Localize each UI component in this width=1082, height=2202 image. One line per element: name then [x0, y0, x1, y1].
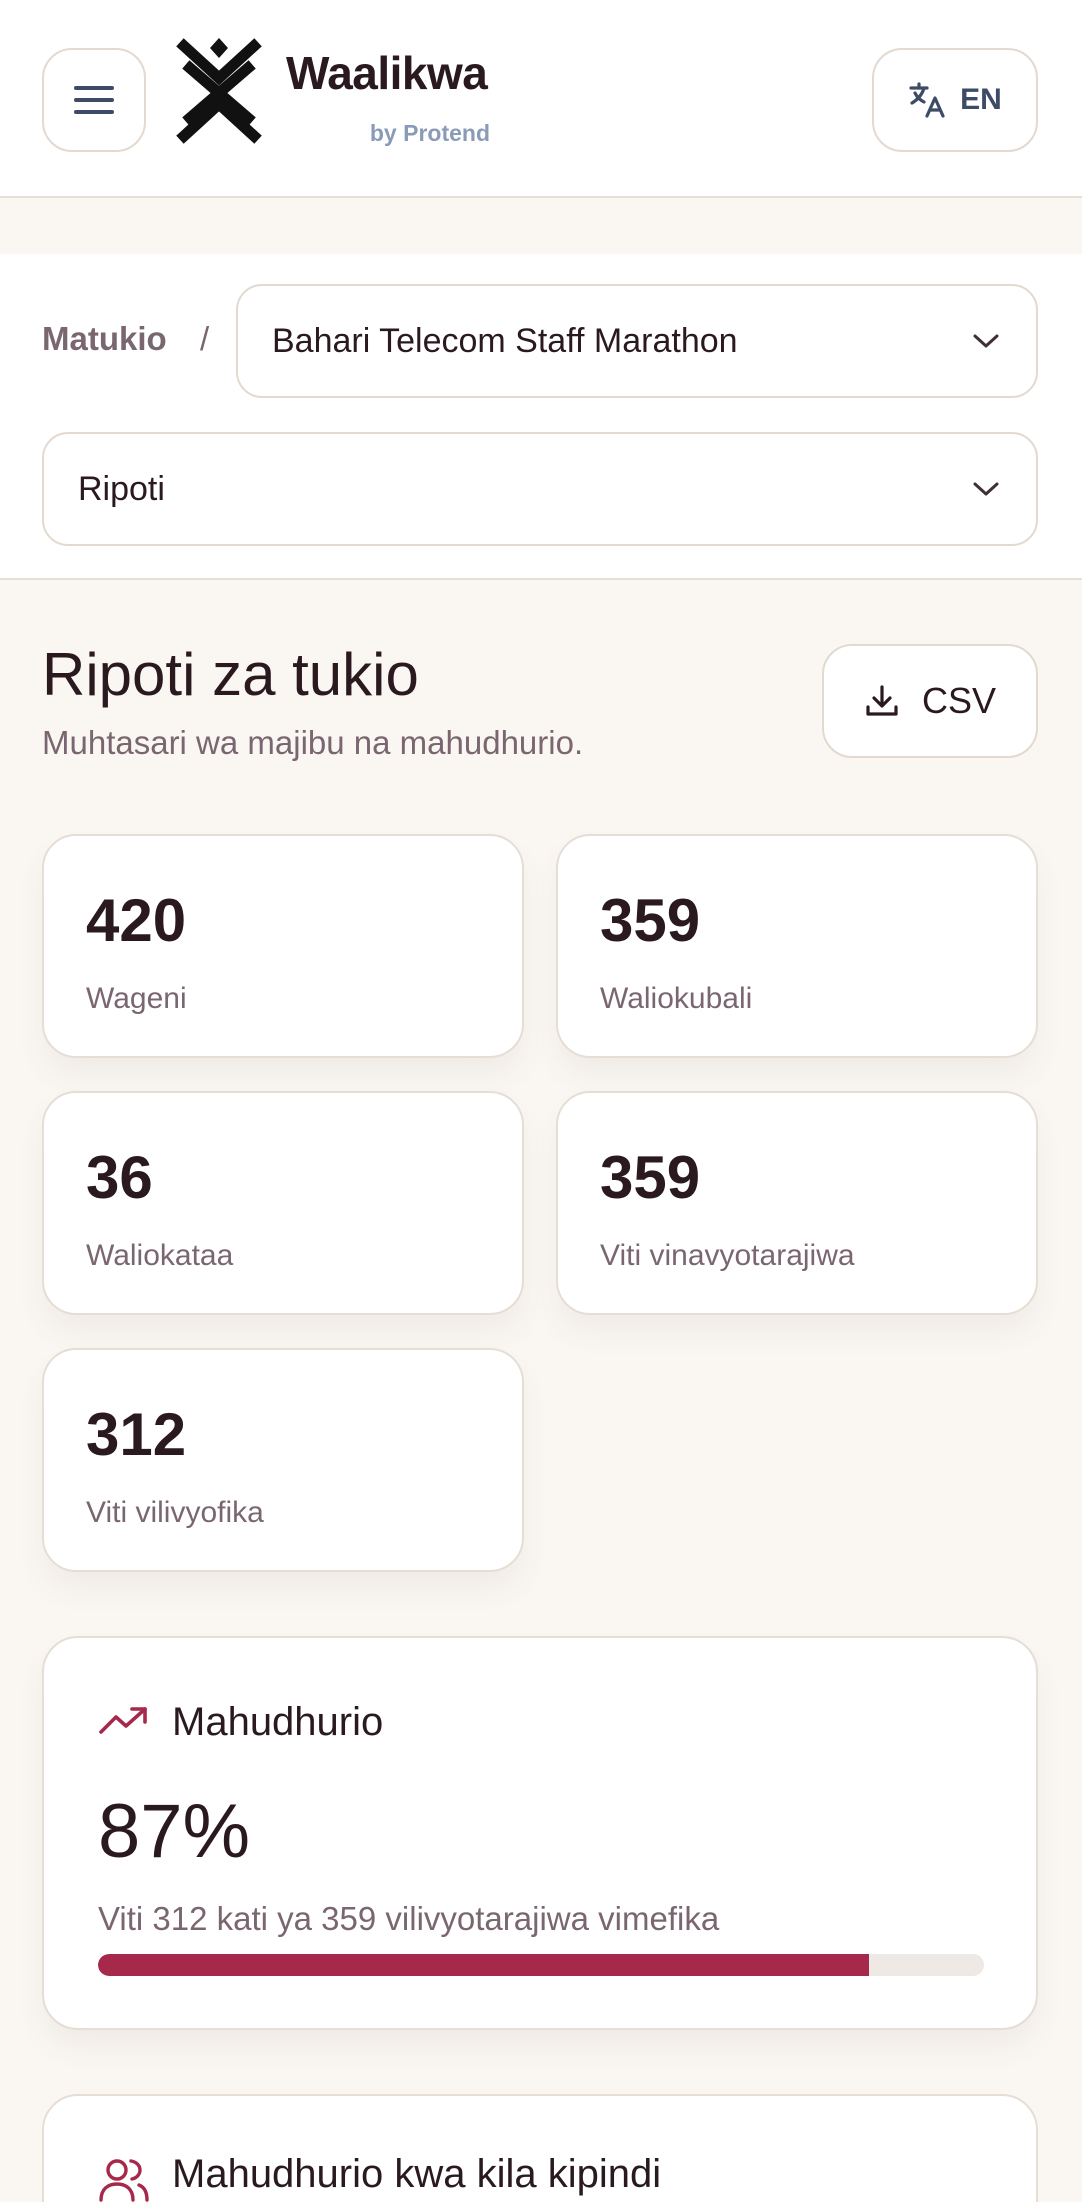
chevron-down-icon — [973, 482, 999, 496]
stat-label: Viti vilivyofika — [86, 1496, 264, 1529]
top-bar: Waalikwa by Protend EN — [0, 0, 1082, 198]
section-select-value: Ripoti — [78, 469, 165, 508]
stat-card-arrived-seats: 312 Viti vilivyofika — [42, 1348, 524, 1572]
logo-icon — [176, 38, 262, 144]
page-title: Ripoti za tukio — [42, 641, 419, 708]
stat-label: Wageni — [86, 982, 187, 1015]
stat-label: Waliokataa — [86, 1239, 234, 1272]
attendance-percent: 87% — [98, 1789, 251, 1874]
stat-card-guests: 420 Wageni — [42, 834, 524, 1058]
csv-download-button[interactable]: CSV — [822, 644, 1038, 758]
attendance-progress-fill — [98, 1954, 869, 1976]
stat-value: 420 — [86, 887, 187, 954]
stat-value: 359 — [600, 887, 701, 954]
stat-value: 36 — [86, 1144, 153, 1211]
page-subtitle: Muhtasari wa majibu na mahudhurio. — [42, 724, 584, 761]
section-select[interactable]: Ripoti — [42, 432, 1038, 546]
attendance-description: Viti 312 kati ya 359 vilivyotarajiwa vim… — [98, 1900, 720, 1937]
stat-label: Waliokubali — [600, 982, 753, 1015]
stat-label: Viti vinavyotarajiwa — [600, 1239, 855, 1272]
event-select[interactable]: Bahari Telecom Staff Marathon — [236, 284, 1038, 398]
session-attendance-card: Mahudhurio kwa kila kipindi — [42, 2094, 1038, 2202]
breadcrumb-separator: / — [200, 320, 210, 357]
language-label: EN — [960, 83, 1002, 116]
language-button[interactable]: EN — [872, 48, 1038, 152]
hamburger-icon — [74, 86, 114, 114]
attendance-progress-bar — [98, 1954, 984, 1976]
stat-value: 359 — [600, 1144, 701, 1211]
csv-label: CSV — [921, 680, 997, 721]
download-icon — [866, 685, 898, 716]
stat-card-accepted: 359 Waliokubali — [556, 834, 1038, 1058]
menu-button[interactable] — [42, 48, 146, 152]
trending-up-icon — [99, 1707, 147, 1734]
attendance-title: Mahudhurio — [172, 1700, 384, 1744]
session-attendance-title: Mahudhurio kwa kila kipindi — [172, 2152, 662, 2196]
stat-value: 312 — [86, 1401, 187, 1468]
chevron-down-icon — [973, 334, 999, 348]
brand-subtitle: by Protend — [369, 120, 490, 146]
stat-card-declined: 36 Waliokataa — [42, 1091, 524, 1315]
breadcrumb-events-link[interactable]: Matukio — [42, 320, 167, 358]
users-icon — [99, 2159, 149, 2202]
stat-card-expected-seats: 359 Viti vinavyotarajiwa — [556, 1091, 1038, 1315]
brand-name: Waalikwa — [286, 47, 488, 99]
translate-icon — [909, 82, 945, 118]
attendance-card: Mahudhurio 87% Viti 312 kati ya 359 vili… — [42, 1636, 1038, 2030]
breadcrumb: Matukio / Bahari Telecom Staff Marathon … — [0, 254, 1082, 580]
event-select-value: Bahari Telecom Staff Marathon — [272, 321, 738, 360]
